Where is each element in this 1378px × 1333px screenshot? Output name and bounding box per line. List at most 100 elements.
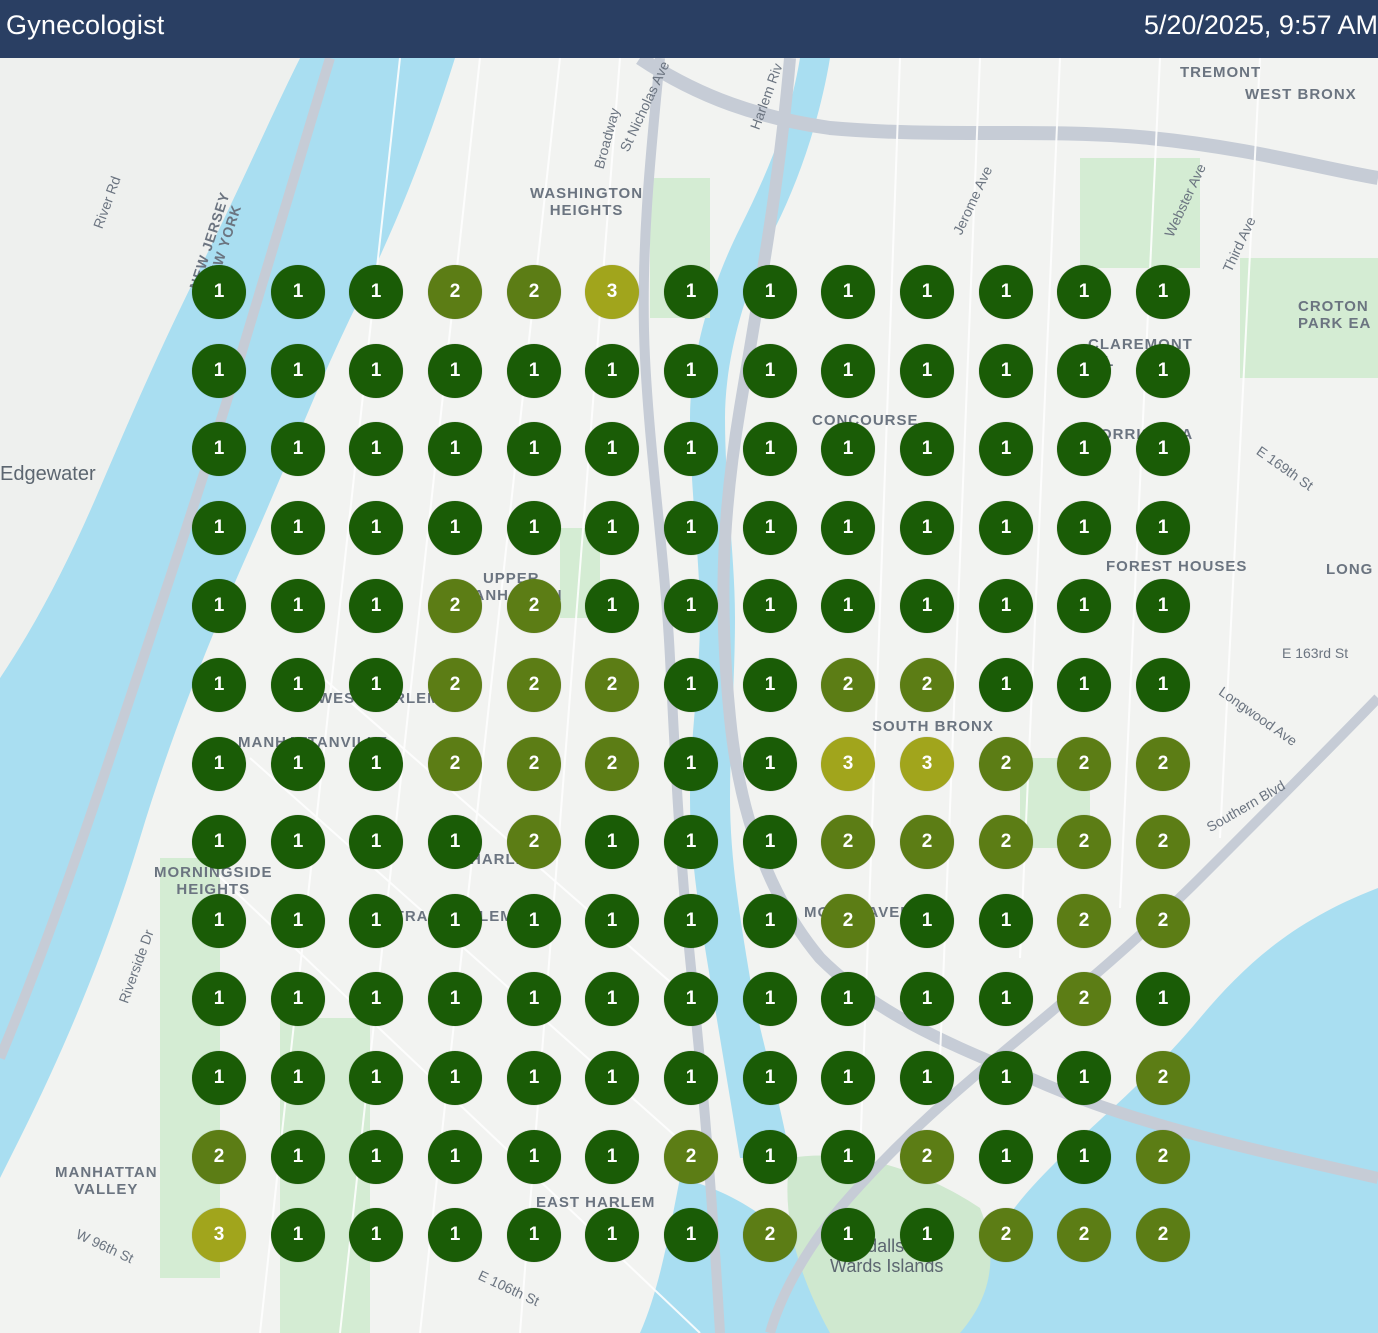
rank-marker[interactable]: 1 [821, 1051, 875, 1105]
rank-marker[interactable]: 2 [1136, 737, 1190, 791]
rank-marker[interactable]: 1 [821, 1208, 875, 1262]
rank-marker[interactable]: 1 [271, 1130, 325, 1184]
rank-marker[interactable]: 1 [349, 737, 403, 791]
rank-marker[interactable]: 1 [821, 972, 875, 1026]
rank-marker[interactable]: 1 [507, 344, 561, 398]
rank-marker[interactable]: 1 [1136, 344, 1190, 398]
rank-marker[interactable]: 1 [664, 658, 718, 712]
rank-marker[interactable]: 1 [349, 265, 403, 319]
rank-marker[interactable]: 1 [585, 1208, 639, 1262]
rank-marker[interactable]: 1 [192, 658, 246, 712]
rank-marker[interactable]: 2 [821, 815, 875, 869]
rank-marker[interactable]: 2 [1136, 1208, 1190, 1262]
rank-marker[interactable]: 1 [507, 1208, 561, 1262]
rank-marker[interactable]: 1 [349, 972, 403, 1026]
rank-marker[interactable]: 1 [821, 1130, 875, 1184]
rank-marker[interactable]: 2 [428, 579, 482, 633]
rank-marker[interactable]: 1 [349, 658, 403, 712]
rank-marker[interactable]: 1 [1136, 658, 1190, 712]
rank-marker[interactable]: 1 [1057, 658, 1111, 712]
rank-marker[interactable]: 1 [821, 501, 875, 555]
rank-marker[interactable]: 1 [192, 1051, 246, 1105]
rank-marker[interactable]: 1 [192, 579, 246, 633]
rank-marker[interactable]: 2 [979, 737, 1033, 791]
rank-marker[interactable]: 1 [1057, 501, 1111, 555]
rank-marker[interactable]: 2 [1136, 1130, 1190, 1184]
rank-marker[interactable]: 3 [900, 737, 954, 791]
rank-marker[interactable]: 1 [743, 658, 797, 712]
rank-marker[interactable]: 1 [192, 422, 246, 476]
rank-marker[interactable]: 1 [271, 815, 325, 869]
rank-marker[interactable]: 1 [585, 344, 639, 398]
rank-marker[interactable]: 1 [743, 501, 797, 555]
rank-marker[interactable]: 1 [585, 894, 639, 948]
rank-marker[interactable]: 1 [979, 501, 1033, 555]
rank-marker[interactable]: 1 [428, 972, 482, 1026]
rank-marker[interactable]: 1 [979, 972, 1033, 1026]
rank-marker[interactable]: 2 [900, 658, 954, 712]
rank-marker[interactable]: 1 [979, 422, 1033, 476]
rank-marker[interactable]: 1 [192, 894, 246, 948]
rank-marker[interactable]: 2 [900, 815, 954, 869]
rank-marker[interactable]: 1 [900, 501, 954, 555]
rank-marker[interactable]: 1 [900, 972, 954, 1026]
rank-marker[interactable]: 1 [743, 344, 797, 398]
rank-marker[interactable]: 2 [428, 658, 482, 712]
rank-marker[interactable]: 1 [743, 972, 797, 1026]
rank-marker[interactable]: 1 [900, 265, 954, 319]
rank-marker[interactable]: 1 [585, 501, 639, 555]
rank-marker[interactable]: 1 [507, 422, 561, 476]
rank-marker[interactable]: 1 [743, 579, 797, 633]
rank-marker[interactable]: 1 [1057, 579, 1111, 633]
rank-marker[interactable]: 1 [428, 1051, 482, 1105]
rank-marker[interactable]: 2 [585, 737, 639, 791]
rank-marker[interactable]: 1 [585, 815, 639, 869]
rank-marker[interactable]: 1 [1136, 501, 1190, 555]
rank-marker[interactable]: 2 [428, 737, 482, 791]
rank-marker[interactable]: 1 [1057, 265, 1111, 319]
rank-marker[interactable]: 1 [664, 579, 718, 633]
rank-marker[interactable]: 1 [507, 1130, 561, 1184]
rank-marker[interactable]: 1 [349, 1208, 403, 1262]
rank-marker[interactable]: 1 [585, 972, 639, 1026]
rank-marker[interactable]: 1 [900, 1208, 954, 1262]
rank-marker[interactable]: 1 [349, 501, 403, 555]
rank-marker[interactable]: 1 [507, 1051, 561, 1105]
rank-marker[interactable]: 1 [1136, 265, 1190, 319]
rank-marker[interactable]: 1 [979, 658, 1033, 712]
rank-marker[interactable]: 2 [428, 265, 482, 319]
rank-marker[interactable]: 1 [1057, 422, 1111, 476]
rank-marker[interactable]: 1 [271, 658, 325, 712]
rank-marker[interactable]: 1 [664, 1051, 718, 1105]
rank-marker[interactable]: 1 [664, 1208, 718, 1262]
rank-marker[interactable]: 1 [271, 422, 325, 476]
rank-marker[interactable]: 2 [1057, 972, 1111, 1026]
rank-marker[interactable]: 1 [428, 1208, 482, 1262]
rank-marker[interactable]: 2 [979, 815, 1033, 869]
rank-marker[interactable]: 1 [900, 344, 954, 398]
rank-marker[interactable]: 1 [979, 894, 1033, 948]
rank-marker[interactable]: 1 [1057, 344, 1111, 398]
rank-marker[interactable]: 1 [743, 1051, 797, 1105]
rank-marker[interactable]: 2 [192, 1130, 246, 1184]
rank-marker[interactable]: 1 [821, 344, 875, 398]
rank-marker[interactable]: 1 [979, 1130, 1033, 1184]
rank-marker[interactable]: 1 [349, 579, 403, 633]
rank-marker[interactable]: 1 [821, 265, 875, 319]
rank-marker[interactable]: 1 [349, 894, 403, 948]
rank-marker[interactable]: 2 [821, 894, 875, 948]
rank-marker[interactable]: 1 [1057, 1051, 1111, 1105]
rank-marker[interactable]: 1 [743, 265, 797, 319]
rank-marker[interactable]: 2 [1136, 1051, 1190, 1105]
rank-marker[interactable]: 1 [271, 1208, 325, 1262]
rank-marker[interactable]: 1 [743, 815, 797, 869]
rank-marker[interactable]: 1 [743, 422, 797, 476]
rank-marker[interactable]: 1 [664, 265, 718, 319]
rank-marker[interactable]: 1 [664, 737, 718, 791]
rank-marker[interactable]: 1 [428, 815, 482, 869]
rank-marker[interactable]: 1 [664, 894, 718, 948]
rank-marker[interactable]: 3 [192, 1208, 246, 1262]
rank-marker[interactable]: 1 [428, 344, 482, 398]
rank-marker[interactable]: 1 [1136, 972, 1190, 1026]
rank-marker[interactable]: 2 [1057, 1208, 1111, 1262]
